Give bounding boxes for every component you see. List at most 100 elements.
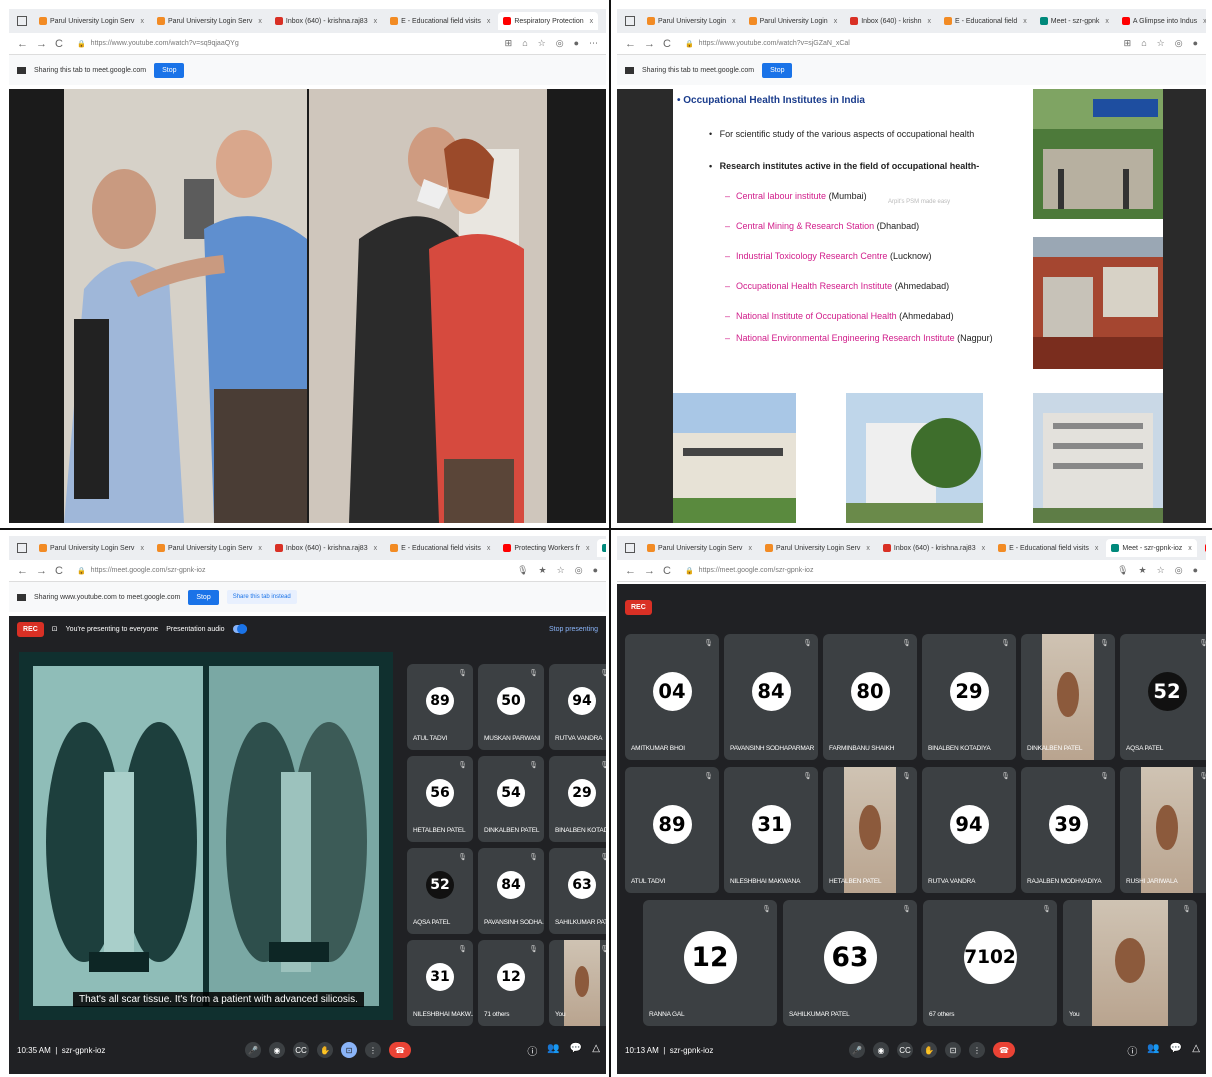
participant-tile[interactable]: 12 71 others 🎙 bbox=[478, 940, 544, 1026]
more-options-icon[interactable]: ⋮ bbox=[969, 1042, 985, 1058]
tab-close-icon[interactable]: x bbox=[1188, 545, 1192, 552]
tab-close-icon[interactable]: x bbox=[982, 545, 986, 552]
back-icon[interactable]: ← bbox=[625, 565, 636, 577]
tab-close-icon[interactable]: x bbox=[586, 545, 590, 552]
raise-hand-icon[interactable]: ✋ bbox=[317, 1042, 333, 1058]
stop-sharing-button[interactable]: Stop bbox=[188, 589, 219, 605]
mic-icon[interactable]: 🎤 bbox=[245, 1042, 261, 1058]
tab-close-icon[interactable]: x bbox=[258, 545, 262, 552]
tab-close-icon[interactable]: x bbox=[928, 18, 932, 25]
chat-icon[interactable]: 💬 bbox=[1170, 1043, 1182, 1058]
tab-close-icon[interactable]: x bbox=[732, 18, 736, 25]
tab-close-icon[interactable]: x bbox=[1023, 18, 1027, 25]
browser-tab[interactable]: Parul University Login Serv x bbox=[152, 12, 267, 30]
participant-tile[interactable]: 52 AQSA PATEL 🎙 bbox=[407, 848, 473, 934]
browser-tab[interactable]: Respiratory Protection x bbox=[498, 12, 599, 30]
video-player[interactable]: • Occupational Health Institutes in Indi… bbox=[617, 89, 1206, 523]
participant-tile[interactable]: 31 NILESHBHAI MAKWANA 🎙 bbox=[724, 767, 818, 893]
camera-icon[interactable]: ◉ bbox=[873, 1042, 889, 1058]
participant-tile[interactable]: 39 RAJALBEN MODHVADIYA 🎙 bbox=[1021, 767, 1115, 893]
participant-tile[interactable]: You 🎙 bbox=[549, 940, 606, 1026]
apps-icon[interactable]: ⊞ bbox=[1124, 38, 1132, 49]
url-input[interactable]: 🔒 https://www.youtube.com/watch?v=sjGZaN… bbox=[678, 35, 1116, 52]
participant-tile[interactable]: 94 RUTVA VANDRA 🎙 bbox=[922, 767, 1016, 893]
mic-permission-icon[interactable]: 🎙 bbox=[1117, 565, 1128, 576]
browser-tab[interactable]: Parul University Login Serv x bbox=[34, 12, 149, 30]
browser-tab[interactable]: Parul University Login x bbox=[744, 12, 843, 30]
browser-tab[interactable]: Inbox (640) - krishna.raj83 x bbox=[270, 12, 382, 30]
tab-close-icon[interactable]: x bbox=[140, 545, 144, 552]
browser-tab[interactable]: E - Educational field visits x bbox=[385, 12, 495, 30]
favorites-icon[interactable]: ☆ bbox=[557, 565, 565, 576]
profile-icon[interactable]: ● bbox=[1193, 38, 1198, 49]
people-icon[interactable]: 👥 bbox=[1147, 1043, 1159, 1058]
tab-close-icon[interactable]: x bbox=[140, 18, 144, 25]
info-icon[interactable]: ⓘ bbox=[527, 1043, 537, 1058]
tab-close-icon[interactable]: x bbox=[487, 545, 491, 552]
participant-tile[interactable]: 89 ATUL TADVI 🎙 bbox=[625, 767, 719, 893]
activities-icon[interactable]: △ bbox=[1192, 1043, 1200, 1058]
participant-tile[interactable]: 89 ATUL TADVI 🎙 bbox=[407, 664, 473, 750]
menu-icon[interactable]: ⋯ bbox=[589, 38, 598, 49]
tab-close-icon[interactable]: x bbox=[1203, 18, 1206, 25]
browser-tab[interactable]: E - Educational field visits x bbox=[993, 539, 1103, 557]
mic-permission-icon[interactable]: 🎙 bbox=[517, 565, 528, 576]
url-input[interactable]: 🔒 https://www.youtube.com/watch?v=sq9qja… bbox=[70, 35, 497, 52]
collections-icon[interactable]: ◎ bbox=[556, 38, 564, 49]
browser-tab[interactable]: Meet - szr-gpnk-ioz x bbox=[1106, 539, 1197, 557]
tab-actions-icon[interactable] bbox=[17, 16, 27, 26]
captions-icon[interactable]: CC bbox=[897, 1042, 913, 1058]
read-icon[interactable]: ⌂ bbox=[1141, 38, 1146, 49]
browser-tab[interactable]: E - Educational field x bbox=[939, 12, 1032, 30]
participant-tile[interactable]: 31 NILESHBHAI MAKW... 🎙 bbox=[407, 940, 473, 1026]
present-screen-icon[interactable]: ⊡ bbox=[341, 1042, 357, 1058]
star-icon[interactable]: ★ bbox=[1139, 565, 1147, 576]
participant-tile[interactable]: You 🎙 bbox=[1063, 900, 1197, 1026]
collections-icon[interactable]: ◎ bbox=[575, 565, 583, 576]
tab-close-icon[interactable]: x bbox=[1105, 18, 1109, 25]
url-input[interactable]: 🔒 https://meet.google.com/szr-gpnk-ioz bbox=[70, 562, 510, 579]
stop-sharing-button[interactable]: Stop bbox=[154, 62, 185, 78]
participant-tile[interactable]: 84 PAVANSINH SODHAPARMAR 🎙 bbox=[724, 634, 818, 760]
star-icon[interactable]: ☆ bbox=[538, 38, 546, 49]
reload-icon[interactable]: C bbox=[55, 38, 63, 50]
favorites-icon[interactable]: ☆ bbox=[1157, 565, 1165, 576]
browser-tab[interactable]: Parul University Login Serv x bbox=[760, 539, 875, 557]
tab-close-icon[interactable]: x bbox=[590, 18, 594, 25]
leave-call-icon[interactable]: ☎ bbox=[993, 1042, 1015, 1058]
tab-actions-icon[interactable] bbox=[625, 16, 635, 26]
read-icon[interactable]: ⌂ bbox=[522, 38, 527, 49]
participant-tile[interactable]: RUSHI JARIWALA 🎙 bbox=[1120, 767, 1206, 893]
participant-tile[interactable]: 12 RANNA GAL 🎙 bbox=[643, 900, 777, 1026]
participant-tile[interactable]: 50 MUSKAN PARWANI 🎙 bbox=[478, 664, 544, 750]
captions-icon[interactable]: CC bbox=[293, 1042, 309, 1058]
participant-tile[interactable]: 04 AMITKUMAR BHOI 🎙 bbox=[625, 634, 719, 760]
browser-tab[interactable]: Inbox (640) - krishn x bbox=[845, 12, 936, 30]
tab-close-icon[interactable]: x bbox=[1095, 545, 1099, 552]
participant-tile[interactable]: 54 DINKALBEN PATEL 🎙 bbox=[478, 756, 544, 842]
participant-tile[interactable]: HETALBEN PATEL 🎙 bbox=[823, 767, 917, 893]
browser-tab[interactable]: Inbox (640) - krishna.raj83 x bbox=[270, 539, 382, 557]
participant-tile[interactable]: 52 AQSA PATEL 🎙 bbox=[1120, 634, 1206, 760]
stop-presenting-button[interactable]: Stop presenting bbox=[549, 626, 598, 633]
tab-close-icon[interactable]: x bbox=[834, 18, 838, 25]
url-input[interactable]: 🔒 https://meet.google.com/szr-gpnk-ioz bbox=[678, 562, 1110, 579]
browser-tab[interactable]: A Glimpse into Indus x bbox=[1117, 12, 1206, 30]
participant-tile[interactable]: 84 PAVANSINH SODHA... 🎙 bbox=[478, 848, 544, 934]
presentation-audio-toggle[interactable] bbox=[232, 624, 247, 634]
browser-tab[interactable]: E - Educational field visits x bbox=[385, 539, 495, 557]
info-icon[interactable]: ⓘ bbox=[1127, 1043, 1137, 1058]
tab-close-icon[interactable]: x bbox=[258, 18, 262, 25]
forward-icon[interactable]: → bbox=[644, 565, 655, 577]
chat-icon[interactable]: 💬 bbox=[570, 1043, 582, 1058]
tab-close-icon[interactable]: x bbox=[374, 18, 378, 25]
browser-tab[interactable]: Protecting Workers fr x bbox=[498, 539, 594, 557]
back-icon[interactable]: ← bbox=[17, 38, 28, 50]
participant-tile[interactable]: 80 FARMINBANU SHAIKH 🎙 bbox=[823, 634, 917, 760]
forward-icon[interactable]: → bbox=[644, 38, 655, 50]
participant-tile[interactable]: 29 BINALBEN KOTADI 🎙 bbox=[549, 756, 606, 842]
browser-tab[interactable]: Parul University Login x bbox=[642, 12, 741, 30]
profile-icon[interactable]: ● bbox=[574, 38, 579, 49]
people-icon[interactable]: 👥 bbox=[547, 1043, 559, 1058]
participant-tile[interactable]: 56 HETALBEN PATEL 🎙 bbox=[407, 756, 473, 842]
